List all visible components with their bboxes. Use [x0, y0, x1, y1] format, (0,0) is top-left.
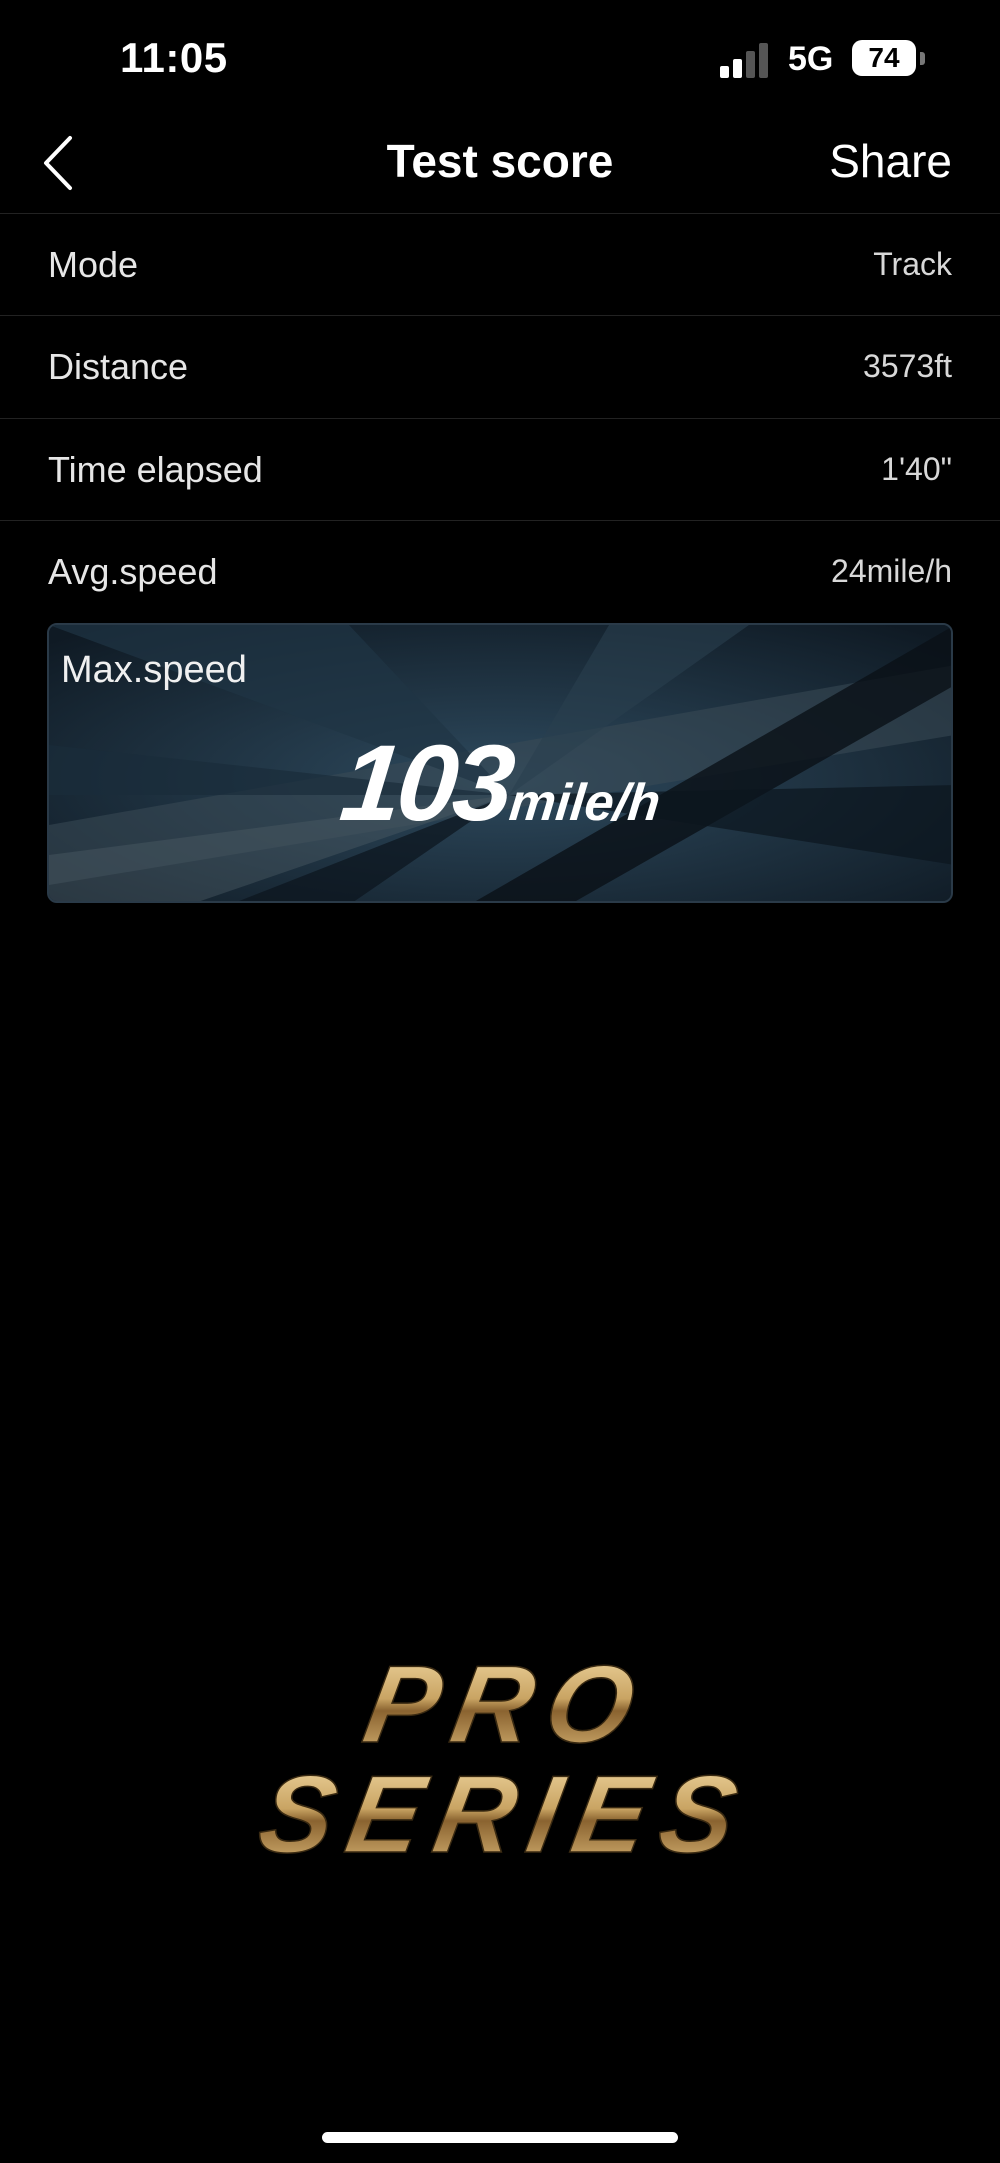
battery-icon: 74 — [852, 40, 916, 76]
avg-speed-value: 24mile/h — [831, 553, 952, 589]
home-indicator[interactable] — [322, 2132, 678, 2143]
max-speed-unit: mile/h — [506, 774, 664, 832]
max-speed-readout: 103mile/h — [49, 720, 951, 845]
distance-row: Distance 3573ft — [0, 315, 1000, 418]
time-elapsed-label: Time elapsed — [48, 449, 263, 490]
cellular-signal-icon — [720, 42, 772, 78]
logo-line-pro: PRO — [356, 1644, 658, 1766]
status-bar: 11:05 5G 74 — [0, 0, 1000, 120]
max-speed-value: 103 — [335, 722, 517, 843]
test-score-screen: 11:05 5G 74 Test score Share Mode Track … — [0, 0, 1000, 2163]
battery-level: 74 — [868, 42, 900, 73]
avg-speed-row: Avg.speed 24mile/h — [0, 520, 1000, 623]
share-button[interactable]: Share — [829, 134, 952, 188]
status-time: 11:05 — [120, 34, 228, 81]
distance-value: 3573ft — [863, 348, 952, 384]
battery-tip — [920, 52, 925, 65]
mode-label: Mode — [48, 244, 139, 285]
mode-row: Mode Track — [0, 213, 1000, 316]
network-type: 5G — [788, 40, 834, 78]
nav-bar: Test score Share — [0, 120, 1000, 213]
time-elapsed-value: 1'40" — [881, 451, 952, 487]
mode-value: Track — [873, 246, 952, 282]
max-speed-card: Max.speed 103mile/h — [47, 623, 953, 903]
distance-label: Distance — [48, 346, 189, 387]
pro-series-logo: PRO SERIES — [250, 1643, 750, 1877]
time-elapsed-row: Time elapsed 1'40" — [0, 418, 1000, 521]
logo-line-series: SERIES — [251, 1754, 750, 1876]
max-speed-label: Max.speed — [61, 649, 247, 691]
avg-speed-label: Avg.speed — [48, 551, 218, 592]
